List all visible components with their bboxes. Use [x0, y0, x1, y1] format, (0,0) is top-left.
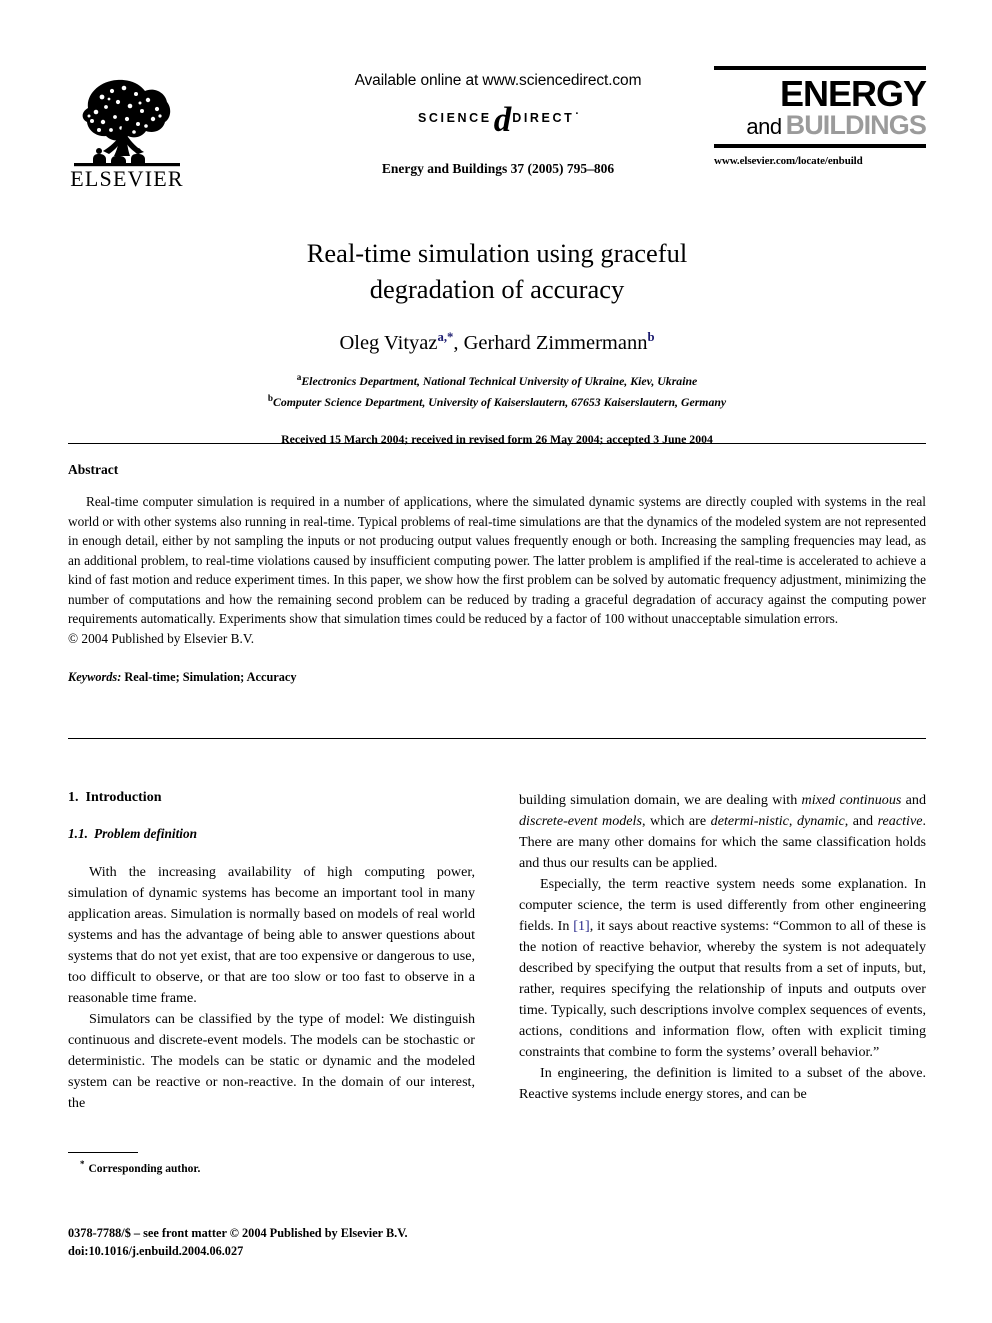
keywords-values: Real-time; Simulation; Accuracy — [124, 670, 297, 685]
footnote-asterisk-icon: * — [80, 1159, 85, 1169]
sciencedirect-block: Available online at www.sciencedirect.co… — [288, 72, 708, 177]
abstract-section: Abstract Real-time computer simulation i… — [68, 462, 926, 685]
section-title: Introduction — [85, 790, 162, 805]
subsection-heading-problem-definition: 1.1. Problem definition — [68, 826, 475, 842]
abstract-heading: Abstract — [68, 462, 119, 477]
emphasis-run: reactive — [877, 812, 923, 829]
issn-copyright-line: 0378-7788/$ – see front matter © 2004 Pu… — [68, 1226, 408, 1240]
available-online-text: Available online at www.sciencedirect.co… — [354, 72, 642, 89]
affiliation-text: Electronics Department, National Technic… — [301, 374, 698, 389]
article-body: 1. Introduction 1.1. Problem definition Wi… — [68, 790, 926, 1200]
journal-logo-and: and — [746, 114, 782, 140]
elsevier-tree-icon: ELSEVIER — [70, 79, 183, 191]
divider-below-keywords — [68, 738, 926, 739]
corresponding-author-note: * Corresponding author. — [68, 1159, 475, 1175]
citation-reference-link[interactable]: [1] — [573, 918, 589, 934]
subsection-number: 1.1. — [68, 826, 88, 841]
column-right: building simulation domain, we are deali… — [519, 790, 926, 1105]
text-run: , which are — [641, 812, 711, 829]
keywords-line: Keywords: Real-time; Simulation; Accurac… — [68, 670, 926, 685]
footnote-label: Corresponding author. — [88, 1162, 201, 1175]
subsection-title: Problem definition — [93, 826, 198, 841]
affiliation-item: bComputer Science Department, University… — [68, 391, 926, 412]
emphasis-run: discrete-event models — [519, 812, 642, 829]
paragraph: In engineering, the definition is limite… — [519, 1064, 926, 1102]
sciencedirect-direct-text: DIRECT — [512, 111, 575, 125]
text-run: , — [788, 812, 797, 829]
journal-logo-second-line: and BUILDINGS — [714, 110, 927, 141]
page-title: Real-time simulation using graceful degr… — [306, 238, 688, 304]
author-2-superscript[interactable]: b — [647, 330, 654, 344]
doi-line[interactable]: doi:10.1016/j.enbuild.2004.06.027 — [68, 1243, 568, 1261]
author-name-1: Oleg Vityaz — [339, 331, 438, 354]
elsevier-logo: ELSEVIER — [68, 64, 186, 192]
journal-logo-buildings: BUILDINGS — [785, 110, 927, 141]
journal-logo-title: ENERGY and BUILDINGS — [714, 70, 927, 144]
footnote-rule — [68, 1152, 138, 1153]
received-dates: Received 15 March 2004; received in revi… — [281, 432, 713, 447]
paragraph: With the increasing availability of high… — [68, 864, 475, 1006]
page-footer: 0378-7788/$ – see front matter © 2004 Pu… — [68, 1225, 568, 1261]
journal-citation-line: Energy and Buildings 37 (2005) 795–806 — [381, 161, 615, 176]
footnote-block: * Corresponding author. — [68, 1152, 475, 1175]
affiliation-text: Computer Science Department, University … — [272, 395, 727, 410]
author-separator: , — [453, 331, 464, 354]
paragraph: Especially, the term reactive system nee… — [519, 874, 926, 1063]
divider-above-abstract — [68, 443, 926, 444]
title-block: Real-time simulation using graceful degr… — [68, 236, 926, 447]
journal-article-page: ELSEVIER Available online at www.science… — [0, 0, 992, 1323]
masthead: ELSEVIER Available online at www.science… — [68, 62, 927, 207]
author-name-2: Gerhard Zimmermann — [463, 331, 648, 354]
sciencedirect-d-glyph: d — [493, 99, 512, 139]
keywords-label: Keywords: — [68, 670, 122, 685]
author-list: Oleg Vityaza,*, Gerhard Zimmermannb — [68, 330, 926, 355]
section-number: 1. — [68, 790, 79, 805]
emphasis-run: dynamic — [796, 812, 845, 829]
affiliation-item: aElectronics Department, National Techni… — [68, 370, 926, 391]
abstract-copyright: © 2004 Published by Elsevier B.V. — [68, 630, 255, 646]
sciencedirect-logo: SCIENCE d DIRECT · — [288, 99, 708, 139]
journal-logo-block: ENERGY and BUILDINGS www.elsevier.com/loc… — [714, 66, 927, 167]
affiliation-list: aElectronics Department, National Techni… — [68, 370, 926, 412]
emphasis-run: determi-nistic — [710, 812, 789, 829]
sciencedirect-science-text: SCIENCE — [417, 111, 492, 125]
journal-url[interactable]: www.elsevier.com/locate/enbuild — [714, 155, 926, 167]
journal-logo-energy: ENERGY — [779, 73, 927, 114]
masthead-rule-bottom — [714, 144, 926, 149]
paragraph: building simulation domain, we are deali… — [519, 790, 926, 874]
text-run: building simulation domain, we are deali… — [519, 792, 802, 808]
paragraph: Simulators can be classified by the type… — [68, 1010, 475, 1111]
elsevier-wordmark: ELSEVIER — [70, 166, 183, 191]
abstract-body: Real-time computer simulation is require… — [68, 494, 926, 627]
text-run: and — [901, 792, 927, 808]
emphasis-run: mixed continuous — [801, 792, 902, 808]
column-left: 1. Introduction 1.1. Problem definition Wi… — [68, 790, 475, 1114]
author-1-superscript[interactable]: a,* — [437, 330, 453, 344]
text-run: , and — [844, 812, 878, 829]
text-run: , it says about reactive systems: “Commo… — [519, 917, 926, 1060]
sciencedirect-trademark-dot: · — [575, 108, 580, 120]
section-heading-introduction: 1. Introduction — [68, 790, 475, 806]
